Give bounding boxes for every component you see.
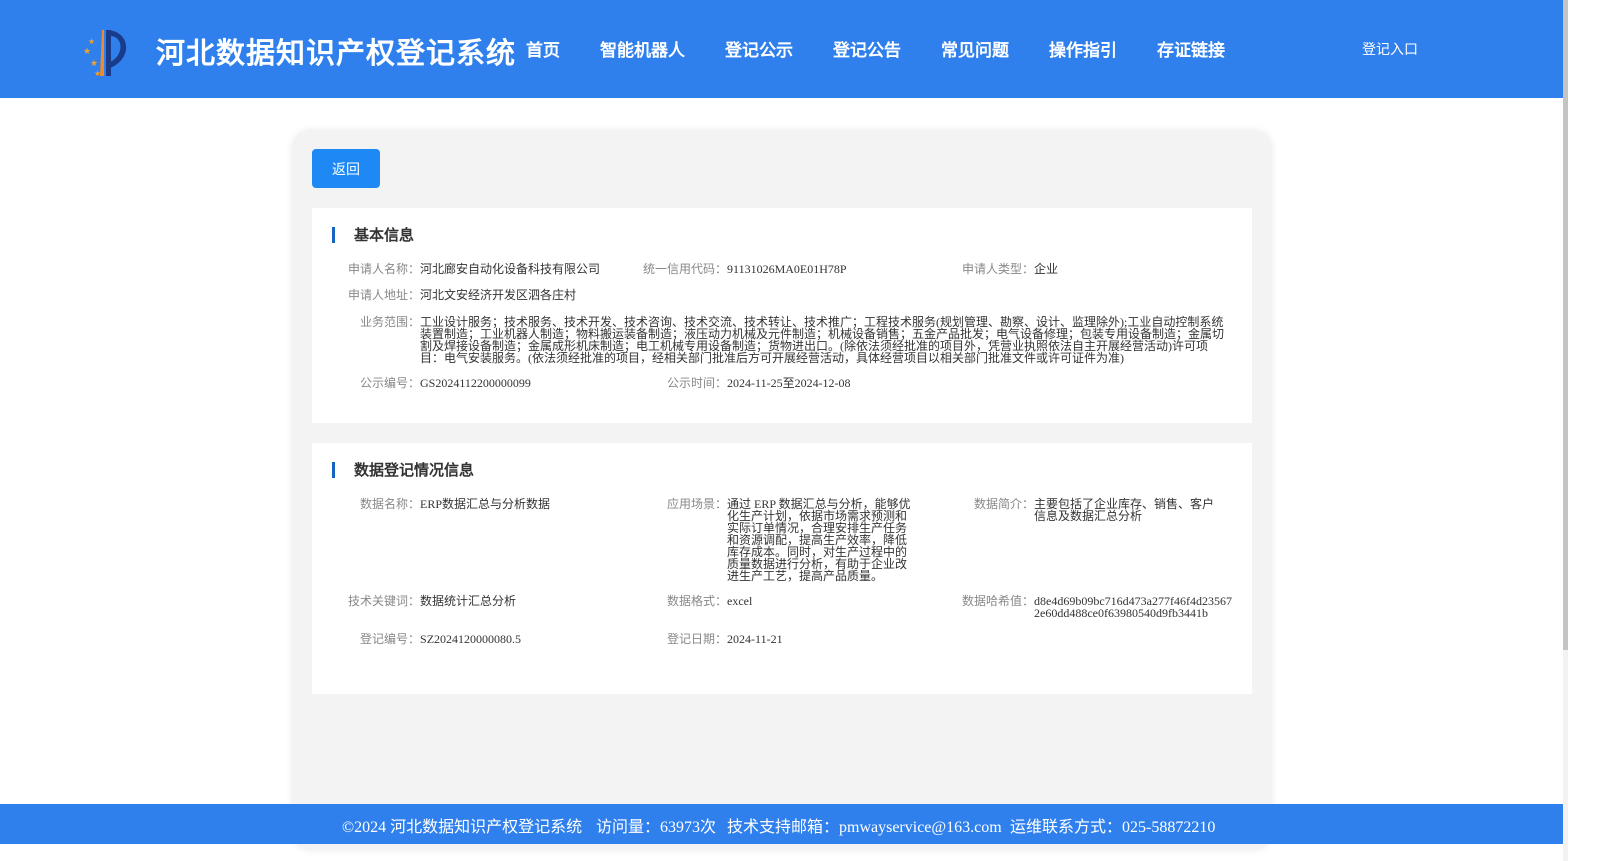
nav-item-guide[interactable]: 操作指引 (1049, 36, 1117, 61)
data-format-field: 数据格式： excel (667, 595, 919, 607)
data-hash-value: d8e4d69b09bc716d473a277f46f4d235672e60dd… (1034, 594, 1232, 620)
footer-copyright: ©2024 河北数据知识产权登记系统 (342, 819, 583, 836)
registration-date-field: 登记日期： 2024-11-21 (667, 633, 919, 645)
publicity-time-label: 公示时间： (667, 376, 728, 390)
data-name-field: 数据名称： ERP数据汇总与分析数据 (360, 498, 650, 510)
applicant-name-value: 河北廊安自动化设备科技有限公司 (420, 262, 601, 276)
publicity-number-value: GS2024112200000099 (420, 376, 531, 390)
business-scope-value: 工业设计服务；技术服务、技术开发、技术咨询、技术交流、技术转让、技术推广；工程技… (420, 315, 1225, 365)
registration-date-label: 登记日期： (667, 632, 728, 646)
data-intro-label: 数据简介： (974, 497, 1035, 511)
main-nav: 首页 智能机器人 登记公示 登记公告 常见问题 操作指引 存证链接 (526, 36, 1265, 61)
page-scrollbar[interactable] (1563, 0, 1568, 861)
credit-code-label: 统一信用代码： (643, 262, 728, 276)
data-registration-title: 数据登记情况信息 (332, 462, 474, 478)
svg-text:★: ★ (90, 59, 98, 69)
data-name-value: ERP数据汇总与分析数据 (420, 497, 551, 511)
nav-item-robot[interactable]: 智能机器人 (600, 36, 685, 61)
nav-item-publicity[interactable]: 登记公示 (725, 36, 793, 61)
data-format-label: 数据格式： (667, 594, 728, 608)
nav-item-evidence-link[interactable]: 存证链接 (1157, 36, 1225, 61)
applicant-address-field: 申请人地址： 河北文安经济开发区泗各庄村 (348, 289, 948, 301)
footer-ops-phone: 运维联系方式：025-58872210 (1010, 819, 1216, 836)
data-format-value: excel (727, 594, 753, 608)
basic-info-panel: 基本信息 申请人名称： 河北廊安自动化设备科技有限公司 统一信用代码： 9113… (312, 208, 1252, 423)
publicity-time-value: 2024-11-25至2024-12-08 (727, 376, 851, 390)
publicity-time-field: 公示时间： 2024-11-25至2024-12-08 (667, 377, 977, 389)
svg-text:★: ★ (94, 69, 101, 78)
applicant-name-field: 申请人名称： 河北廊安自动化设备科技有限公司 (348, 263, 638, 275)
top-header: ★ ★ ★ ★ 河北数据知识产权登记系统 首页 智能机器人 登记公示 登记公告 … (0, 0, 1563, 98)
login-link[interactable]: 登记入口 (1362, 39, 1418, 59)
footer-visits: 访问量：63973次 (596, 819, 717, 836)
svg-text:★: ★ (88, 37, 95, 46)
data-name-label: 数据名称： (360, 497, 421, 511)
tech-keywords-value: 数据统计汇总分析 (420, 594, 517, 608)
data-hash-label: 数据哈希值： (962, 594, 1035, 608)
applicant-type-label: 申请人类型： (962, 262, 1035, 276)
business-scope-field: 业务范围： 工业设计服务；技术服务、技术开发、技术咨询、技术交流、技术转让、技术… (360, 316, 1231, 364)
basic-info-title: 基本信息 (332, 227, 414, 243)
registration-number-label: 登记编号： (360, 632, 421, 646)
site-footer: ©2024 河北数据知识产权登记系统 访问量：63973次 技术支持邮箱：pmw… (0, 804, 1563, 844)
tech-keywords-field: 技术关键词： 数据统计汇总分析 (348, 595, 638, 607)
publicity-number-label: 公示编号： (360, 376, 421, 390)
applicant-address-label: 申请人地址： (348, 288, 421, 302)
site-title: 河北数据知识产权登记系统 (156, 36, 517, 70)
credit-code-value: 91131026MA0E01H78P (727, 262, 847, 276)
application-scene-field: 应用场景： 通过 ERP 数据汇总与分析，能够优化生产计划，依据市场需求预测和实… (667, 498, 919, 582)
svg-text:★: ★ (83, 47, 91, 57)
data-hash-field: 数据哈希值： d8e4d69b09bc716d473a277f46f4d2356… (962, 595, 1234, 619)
registration-date-value: 2024-11-21 (727, 632, 783, 646)
back-button[interactable]: 返回 (312, 149, 380, 188)
tech-keywords-label: 技术关键词： (348, 594, 421, 608)
data-intro-field: 数据简介： 主要包括了企业库存、销售、客户信息及数据汇总分析 (974, 498, 1226, 522)
credit-code-field: 统一信用代码： 91131026MA0E01H78P (643, 263, 953, 275)
logo-icon[interactable]: ★ ★ ★ ★ (80, 24, 134, 78)
data-registration-panel: 数据登记情况信息 数据名称： ERP数据汇总与分析数据 应用场景： 通过 ERP… (312, 443, 1252, 694)
registration-number-value: SZ2024120000080.5 (420, 632, 522, 646)
nav-item-home[interactable]: 首页 (526, 36, 560, 61)
registration-number-field: 登记编号： SZ2024120000080.5 (360, 633, 650, 645)
nav-item-faq[interactable]: 常见问题 (941, 36, 1009, 61)
publicity-number-field: 公示编号： GS2024112200000099 (360, 377, 650, 389)
applicant-name-label: 申请人名称： (348, 262, 421, 276)
nav-item-announcement[interactable]: 登记公告 (833, 36, 901, 61)
applicant-type-field: 申请人类型： 企业 (962, 263, 1162, 275)
data-intro-value: 主要包括了企业库存、销售、客户信息及数据汇总分析 (1034, 497, 1215, 523)
applicant-address-value: 河北文安经济开发区泗各庄村 (420, 288, 577, 302)
application-scene-value: 通过 ERP 数据汇总与分析，能够优化生产计划，依据市场需求预测和实际订单情况，… (727, 497, 911, 583)
business-scope-label: 业务范围： (360, 315, 421, 329)
applicant-type-value: 企业 (1034, 262, 1059, 276)
detail-card: 返回 基本信息 申请人名称： 河北廊安自动化设备科技有限公司 统一信用代码： 9… (292, 130, 1272, 850)
scrollbar-thumb[interactable] (1563, 0, 1568, 650)
application-scene-label: 应用场景： (667, 497, 728, 511)
footer-support-email: 技术支持邮箱：pmwayservice@163.com (727, 819, 1002, 836)
